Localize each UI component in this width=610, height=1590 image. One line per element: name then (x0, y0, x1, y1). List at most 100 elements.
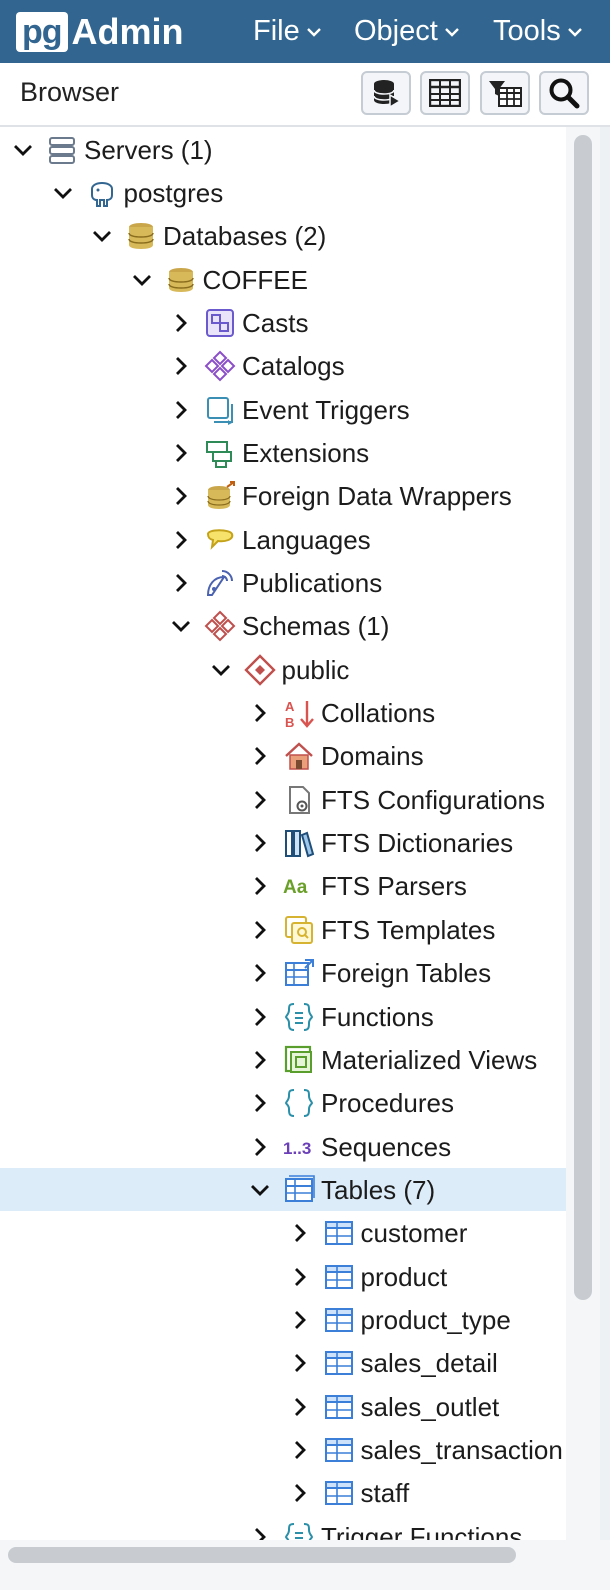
chevron-right-icon[interactable] (289, 1482, 311, 1504)
tree-node-postgres[interactable]: postgres (0, 171, 566, 214)
tree-node-sequences[interactable]: 1..3 Sequences (0, 1125, 566, 1168)
tree-node-label: sales_outlet (360, 1391, 500, 1422)
tree-node-catalogs[interactable]: Catalogs (0, 344, 566, 387)
tree-node-fts-dictionaries[interactable]: FTS Dictionaries (0, 821, 566, 864)
tree-node-label: Casts (242, 307, 309, 338)
menu-tools[interactable]: Tools (493, 0, 583, 63)
chevron-right-icon[interactable] (249, 919, 271, 941)
chevron-right-icon[interactable] (289, 1266, 311, 1288)
chevron-right-icon[interactable] (249, 1136, 271, 1158)
chevron-right-icon[interactable] (249, 962, 271, 984)
object-browser-tree[interactable]: Servers (1) postgres Databases (2) COFFEE Ca… (0, 127, 566, 1540)
view-data-button[interactable] (420, 71, 470, 115)
tree-node-databases-2[interactable]: Databases (2) (0, 214, 566, 257)
foreign-tables-icon (285, 959, 314, 987)
tree-node-functions[interactable]: Functions (0, 995, 566, 1038)
tree-node-domains[interactable]: Domains (0, 734, 566, 777)
chevron-right-icon[interactable] (170, 442, 192, 464)
search-objects-button[interactable] (539, 71, 589, 115)
postgres-elephant-icon (90, 181, 113, 207)
chevron-right-icon[interactable] (249, 1049, 271, 1071)
tree-node-customer[interactable]: customer (0, 1211, 566, 1254)
horizontal-scrollbar-thumb[interactable] (8, 1547, 516, 1563)
tree-node-fts-parsers[interactable]: Aa FTS Parsers (0, 864, 566, 907)
tree-node-foreign-data-wrappers[interactable]: Foreign Data Wrappers (0, 474, 566, 517)
tree-node-product-type[interactable]: product_type (0, 1298, 566, 1341)
tree-node-extensions[interactable]: Extensions (0, 431, 566, 474)
vertical-scrollbar-thumb[interactable] (574, 135, 592, 1300)
tree-node-fts-templates[interactable]: FTS Templates (0, 908, 566, 951)
chevron-right-icon[interactable] (249, 832, 271, 854)
tree-node-label: Materialized Views (321, 1044, 538, 1075)
chevron-down-icon[interactable] (170, 615, 192, 637)
chevron-right-icon[interactable] (170, 572, 192, 594)
chevron-right-icon[interactable] (289, 1439, 311, 1461)
tree-node-event-triggers[interactable]: Event Triggers (0, 388, 566, 431)
tree-node-label: Databases (2) (163, 221, 327, 252)
tree-node-label: postgres (123, 177, 224, 208)
logo-pg: pg (16, 12, 68, 52)
tree-node-trigger-functions[interactable]: Trigger Functions (0, 1515, 566, 1540)
chevron-right-icon[interactable] (170, 529, 192, 551)
tree-node-label: Extensions (242, 437, 370, 468)
tree-node-label: customer (360, 1218, 468, 1249)
tree-node-servers-1[interactable]: Servers (1) (0, 128, 566, 171)
tree-node-staff[interactable]: staff (0, 1471, 566, 1514)
chevron-down-icon[interactable] (52, 182, 74, 204)
chevron-right-icon[interactable] (249, 1092, 271, 1114)
svg-text:1..3: 1..3 (283, 1139, 311, 1158)
tree-node-publications[interactable]: Publications (0, 561, 566, 604)
chevron-right-icon[interactable] (249, 745, 271, 767)
chevron-right-icon[interactable] (289, 1222, 311, 1244)
chevron-down-icon[interactable] (91, 225, 113, 247)
logo-admin: Admin (71, 11, 184, 52)
chevron-right-icon[interactable] (249, 789, 271, 811)
chevron-down-icon[interactable] (249, 1179, 271, 1201)
tree-node-label: Publications (242, 568, 383, 598)
chevron-right-icon[interactable] (249, 1006, 271, 1028)
tree-node-sales-detail[interactable]: sales_detail (0, 1341, 566, 1384)
tree-node-label: FTS Templates (321, 914, 496, 945)
query-tool-button[interactable] (361, 71, 411, 115)
chevron-right-icon[interactable] (289, 1396, 311, 1418)
chevron-right-icon[interactable] (289, 1309, 311, 1331)
chevron-right-icon[interactable] (170, 399, 192, 421)
table-icon (324, 1351, 353, 1376)
fts-parsers-icon: Aa (283, 877, 308, 898)
tree-node-procedures[interactable]: Procedures (0, 1081, 566, 1124)
tree-node-languages[interactable]: Languages (0, 518, 566, 561)
tree-node-coffee[interactable]: COFFEE (0, 258, 566, 301)
menu-file[interactable]: File (253, 0, 322, 63)
schemas-icon (204, 610, 236, 642)
tree-node-product[interactable]: product (0, 1255, 566, 1298)
tree-node-label: COFFEE (202, 264, 308, 295)
chevron-down-icon[interactable] (131, 269, 153, 291)
tree-node-label: product (360, 1261, 448, 1292)
chevron-right-icon[interactable] (289, 1352, 311, 1374)
tree-node-tables-7[interactable]: Tables (7) (0, 1167, 566, 1211)
filtered-rows-button[interactable] (480, 71, 530, 115)
chevron-right-icon[interactable] (170, 312, 192, 334)
tree-node-foreign-tables[interactable]: Foreign Tables (0, 951, 566, 994)
tables-icon (285, 1175, 315, 1202)
tree-node-schemas-1[interactable]: Schemas (1) (0, 604, 566, 647)
tree-node-casts[interactable]: Casts (0, 301, 566, 344)
chevron-right-icon[interactable] (170, 355, 192, 377)
chevron-right-icon[interactable] (249, 702, 271, 724)
chevron-down-icon[interactable] (12, 139, 34, 161)
catalogs-icon (204, 350, 236, 382)
chevron-right-icon[interactable] (249, 875, 271, 897)
svg-text:A: A (285, 699, 295, 714)
tree-node-collations[interactable]: A B Collations (0, 691, 566, 734)
tree-node-fts-configurations[interactable]: FTS Configurations (0, 778, 566, 821)
svg-text:Aa: Aa (283, 877, 308, 898)
menu-object-label: Object (354, 15, 438, 47)
tree-node-sales-transaction[interactable]: sales_transaction (0, 1428, 566, 1471)
tree-node-public[interactable]: public (0, 648, 566, 691)
chevron-right-icon[interactable] (170, 485, 192, 507)
menu-object[interactable]: Object (354, 0, 460, 63)
chevron-right-icon[interactable] (249, 1526, 271, 1540)
tree-node-materialized-views[interactable]: Materialized Views (0, 1038, 566, 1081)
tree-node-sales-outlet[interactable]: sales_outlet (0, 1385, 566, 1428)
chevron-down-icon[interactable] (210, 659, 232, 681)
